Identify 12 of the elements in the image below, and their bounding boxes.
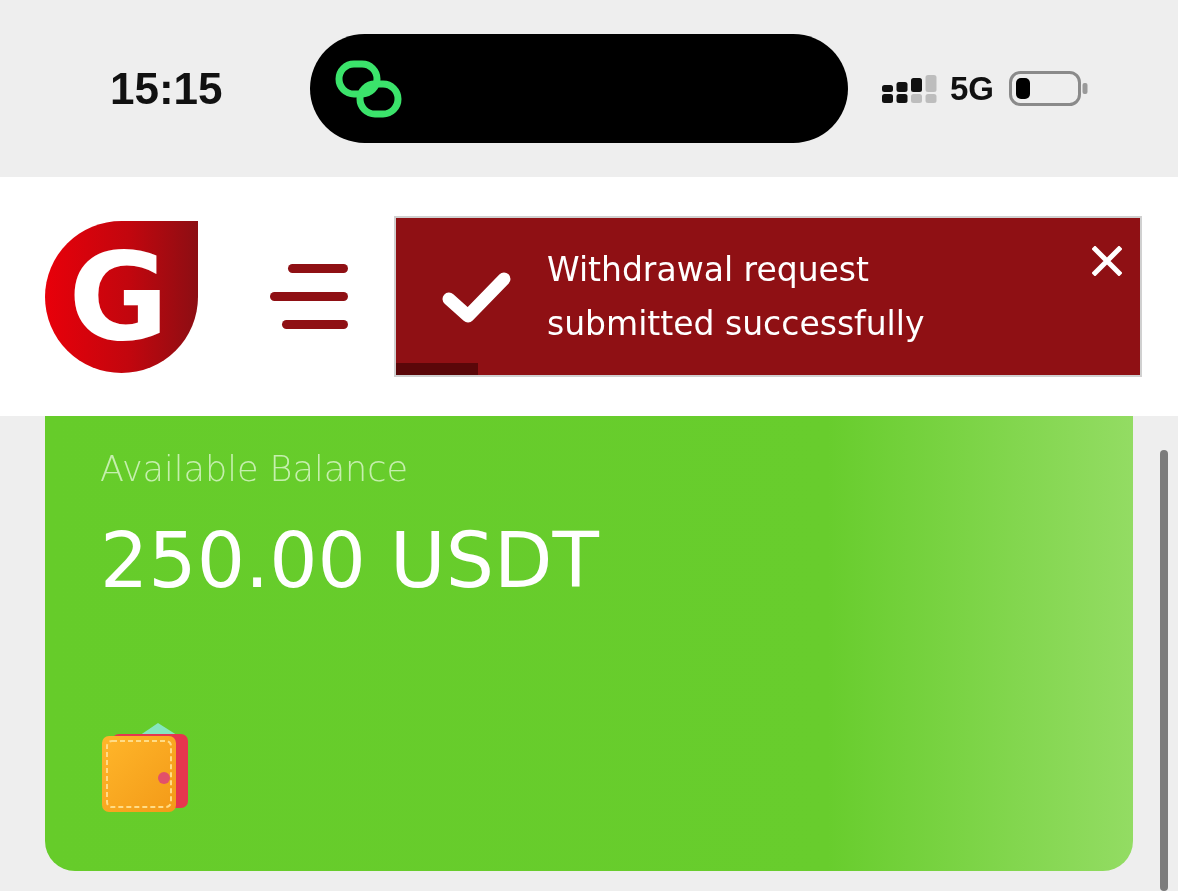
network-type: 5G <box>950 72 995 105</box>
linked-rings-icon <box>335 59 402 118</box>
clock-time: 15:15 <box>110 66 224 111</box>
battery-icon <box>1009 71 1089 106</box>
balance-label: Available Balance <box>100 448 410 490</box>
menu-icon[interactable] <box>270 264 348 329</box>
toast-message: Withdrawal request submitted successfully <box>547 248 926 345</box>
wallet-icon <box>100 722 190 814</box>
balance-amount: 250.00 USDT <box>100 517 600 604</box>
brand-logo[interactable]: G <box>45 220 198 373</box>
signal-icon <box>882 74 937 103</box>
close-icon[interactable] <box>1092 246 1122 276</box>
